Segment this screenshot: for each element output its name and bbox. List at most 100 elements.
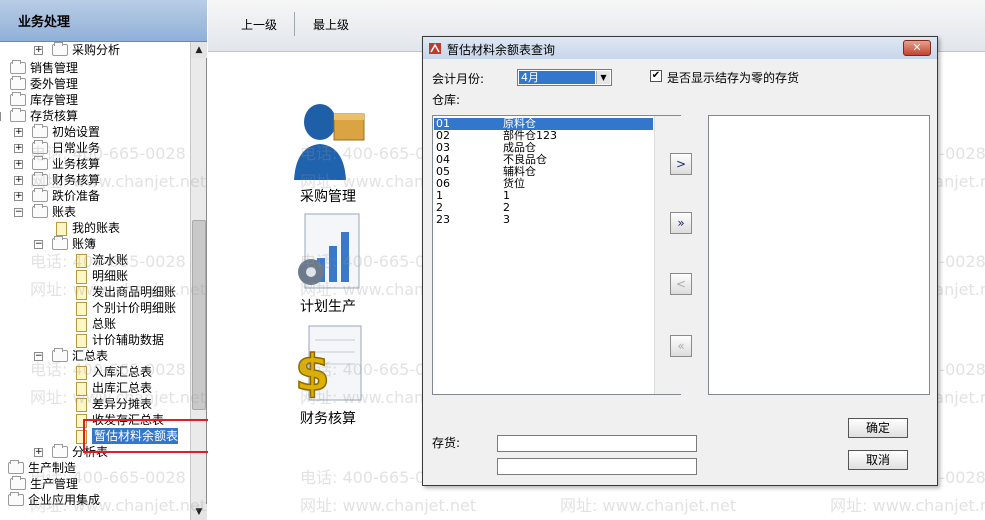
- month-select[interactable]: 4月 ▼: [517, 69, 612, 86]
- tree-item[interactable]: 汇总表: [72, 348, 108, 364]
- tree-item[interactable]: 采购分析: [72, 42, 120, 58]
- app-icon: [429, 43, 441, 54]
- add-all-button[interactable]: »: [670, 212, 692, 234]
- tree-item[interactable]: 差异分摊表: [92, 396, 152, 412]
- report-icon: [76, 318, 87, 332]
- folder-icon: [32, 188, 48, 202]
- inventory-to-input[interactable]: [497, 458, 697, 475]
- module-purchase-label: 采购管理: [300, 189, 356, 205]
- tree-item[interactable]: 账簿: [72, 236, 96, 252]
- tree-item[interactable]: 库存管理: [30, 92, 78, 108]
- folder-icon: [10, 92, 26, 106]
- tree-item[interactable]: 我的账表: [72, 220, 120, 236]
- tree-item[interactable]: 日常业务: [52, 140, 100, 156]
- folder-icon: [8, 492, 24, 506]
- close-button[interactable]: ✕: [903, 40, 931, 56]
- tree-item[interactable]: 业务核算: [52, 156, 100, 172]
- report-icon: [76, 254, 87, 268]
- tree-item[interactable]: 出库汇总表: [92, 380, 152, 396]
- list-item[interactable]: 05 辅料仓: [433, 166, 653, 178]
- remove-button[interactable]: <: [670, 273, 692, 295]
- tree-item[interactable]: 账表: [52, 204, 76, 220]
- report-icon: [56, 222, 67, 236]
- expand-icon[interactable]: +: [34, 46, 43, 55]
- module-purchase[interactable]: 采购管理: [278, 100, 378, 206]
- tree-item[interactable]: 存货核算: [30, 108, 78, 124]
- highlight-box: [83, 419, 222, 453]
- cancel-button[interactable]: 取消: [848, 450, 908, 470]
- expand-icon[interactable]: +: [14, 160, 23, 169]
- tree-item[interactable]: 个别计价明细账: [92, 300, 190, 316]
- module-planning-label: 计划生产: [300, 299, 356, 315]
- folder-icon: [52, 236, 68, 250]
- tree-item[interactable]: 总账: [92, 316, 116, 332]
- up-level-button[interactable]: 上一级: [241, 16, 277, 33]
- scroll-up-icon[interactable]: ▲: [191, 42, 207, 58]
- list-item[interactable]: 02 部件仓123: [433, 130, 653, 142]
- collapse-icon[interactable]: −: [34, 352, 43, 361]
- show-zero-checkbox[interactable]: ✔: [650, 70, 662, 82]
- report-icon: [76, 398, 87, 412]
- folder-icon: [10, 60, 26, 74]
- list-item[interactable]: 06 货位: [433, 178, 653, 190]
- tree-item[interactable]: 发出商品明细账: [92, 284, 190, 300]
- toolbar-separator: [294, 12, 295, 36]
- report-icon: [76, 270, 87, 284]
- report-icon: [76, 302, 87, 316]
- month-value: 4月: [519, 71, 595, 84]
- tree-item[interactable]: 流水账: [92, 252, 128, 268]
- add-button[interactable]: >: [670, 153, 692, 175]
- expand-icon[interactable]: +: [34, 448, 43, 457]
- list-item[interactable]: 11: [433, 190, 653, 202]
- folder-icon: [52, 444, 68, 458]
- collapse-icon[interactable]: −: [0, 112, 1, 121]
- report-icon: [76, 382, 87, 396]
- collapse-icon[interactable]: −: [34, 240, 43, 249]
- tree-item[interactable]: 生产管理: [30, 476, 78, 492]
- folder-icon: [32, 124, 48, 138]
- month-label: 会计月份:: [432, 72, 485, 86]
- dialog-title: 暂估材料余额表查询: [447, 43, 556, 57]
- folder-icon: [52, 42, 68, 56]
- tree-item[interactable]: 企业应用集成: [28, 492, 100, 508]
- folder-icon: [32, 204, 48, 218]
- inventory-label: 存货:: [432, 436, 461, 450]
- report-icon: [76, 334, 87, 348]
- selected-warehouse-list[interactable]: [708, 115, 930, 395]
- tree-item[interactable]: 生产制造: [28, 460, 76, 476]
- warehouse-code: 23: [436, 213, 450, 226]
- expand-icon[interactable]: +: [14, 128, 23, 137]
- tree-item[interactable]: 跌价准备: [52, 188, 100, 204]
- expand-icon[interactable]: +: [14, 176, 23, 185]
- scroll-thumb[interactable]: [192, 220, 206, 410]
- list-item[interactable]: 04 不良品仓: [433, 154, 653, 166]
- scroll-down-icon[interactable]: ▼: [191, 504, 207, 520]
- module-finance[interactable]: $ 财务核算: [278, 324, 378, 428]
- tree-item[interactable]: 明细账: [92, 268, 128, 284]
- list-item[interactable]: 22: [433, 202, 653, 214]
- top-level-button[interactable]: 最上级: [313, 16, 349, 33]
- tree-item[interactable]: 委外管理: [30, 76, 78, 92]
- dialog-titlebar[interactable]: 暂估材料余额表查询 ✕: [423, 37, 937, 59]
- expand-icon[interactable]: +: [14, 192, 23, 201]
- remove-all-button[interactable]: «: [670, 335, 692, 357]
- purchase-person-icon: [294, 104, 365, 180]
- expand-icon[interactable]: +: [14, 144, 23, 153]
- planning-chart-icon: [298, 213, 360, 289]
- module-planning[interactable]: 计划生产: [278, 212, 378, 316]
- ok-button[interactable]: 确定: [848, 418, 908, 438]
- warehouse-name: 3: [503, 213, 510, 226]
- tree-item[interactable]: 财务核算: [52, 172, 100, 188]
- inventory-from-input[interactable]: [497, 435, 697, 452]
- folder-icon: [10, 76, 26, 90]
- tree-item[interactable]: 入库汇总表: [92, 364, 152, 380]
- collapse-icon[interactable]: −: [14, 208, 23, 217]
- chevron-down-icon[interactable]: ▼: [596, 71, 610, 84]
- tree-item[interactable]: 计价辅助数据: [92, 332, 164, 348]
- warehouse-list[interactable]: 01 原料仓 02 部件仓123 03 成品仓 04 不良品仓 05 辅料仓 06 货位 1 1 2 2 23 3: [432, 115, 681, 395]
- folder-icon: [10, 476, 26, 490]
- list-item[interactable]: 23 3: [433, 214, 653, 226]
- tree-item[interactable]: 销售管理: [30, 60, 78, 76]
- folder-icon: [8, 460, 24, 474]
- tree-item[interactable]: 初始设置: [52, 124, 100, 140]
